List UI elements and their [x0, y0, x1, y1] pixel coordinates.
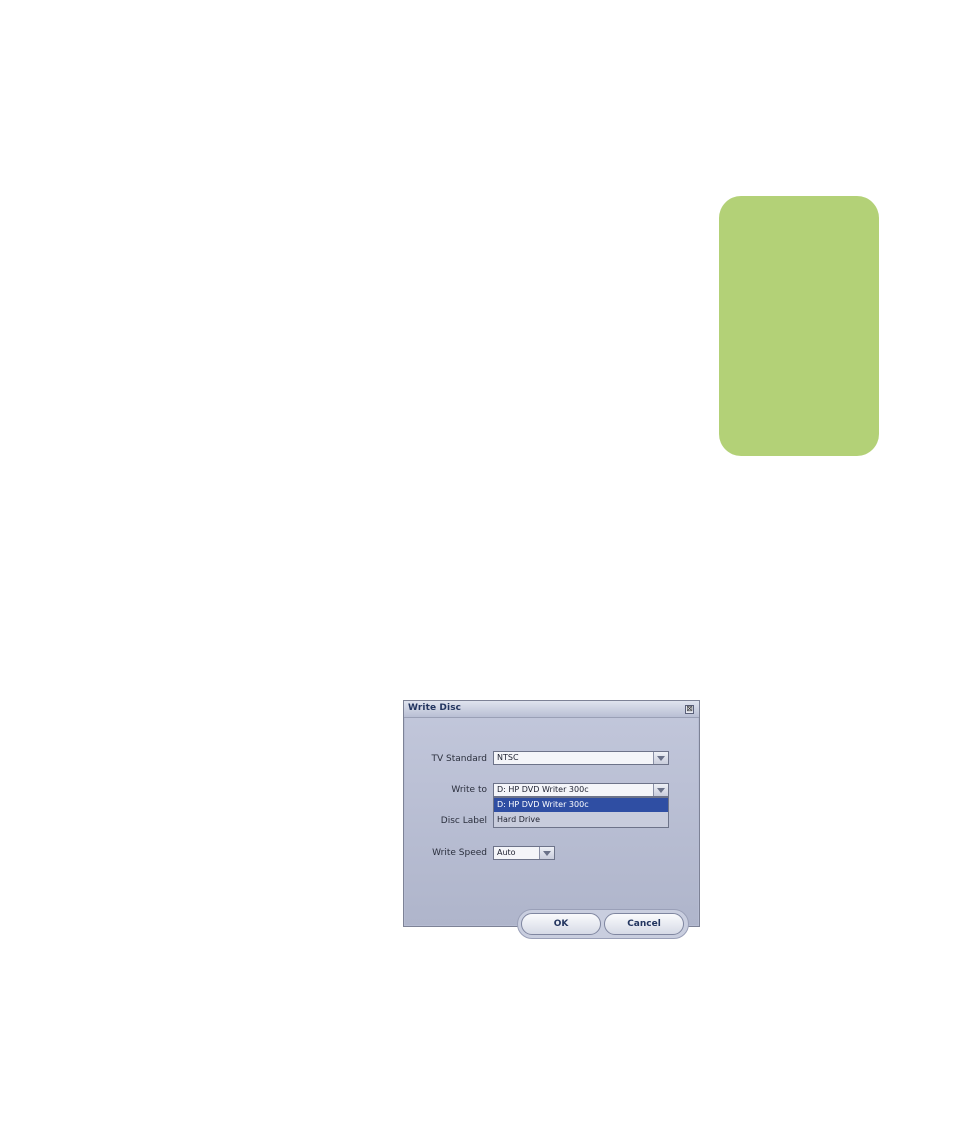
button-group: OK Cancel	[517, 909, 689, 939]
tv-standard-label: TV Standard	[431, 754, 487, 764]
chevron-down-icon[interactable]	[653, 784, 668, 796]
tv-standard-select[interactable]: NTSC	[493, 751, 669, 765]
write-to-label: Write to	[451, 785, 487, 795]
dialog-title: Write Disc	[408, 703, 462, 713]
tv-standard-value: NTSC	[497, 753, 519, 762]
disc-label-label: Disc Label	[440, 816, 487, 826]
write-to-dropdown-list: D: HP DVD Writer 300c Hard Drive	[493, 797, 669, 828]
write-to-select[interactable]: D: HP DVD Writer 300c	[493, 783, 669, 797]
green-chapter-tab	[719, 196, 879, 456]
chevron-down-icon[interactable]	[539, 847, 554, 859]
dropdown-option-dvd-writer[interactable]: D: HP DVD Writer 300c	[494, 798, 668, 812]
write-speed-select[interactable]: Auto	[493, 846, 555, 860]
dropdown-option-hard-drive[interactable]: Hard Drive	[494, 813, 668, 827]
write-speed-value: Auto	[497, 848, 516, 857]
chevron-down-icon[interactable]	[653, 752, 668, 764]
write-speed-label: Write Speed	[432, 848, 487, 858]
write-to-value: D: HP DVD Writer 300c	[497, 785, 589, 794]
ok-button[interactable]: OK	[521, 913, 601, 935]
dialog-titlebar: Write Disc ⊠	[404, 701, 699, 718]
write-disc-dialog: Write Disc ⊠ TV Standard NTSC Write to D…	[403, 700, 700, 939]
cancel-button[interactable]: Cancel	[604, 913, 684, 935]
close-icon[interactable]: ⊠	[685, 705, 694, 714]
